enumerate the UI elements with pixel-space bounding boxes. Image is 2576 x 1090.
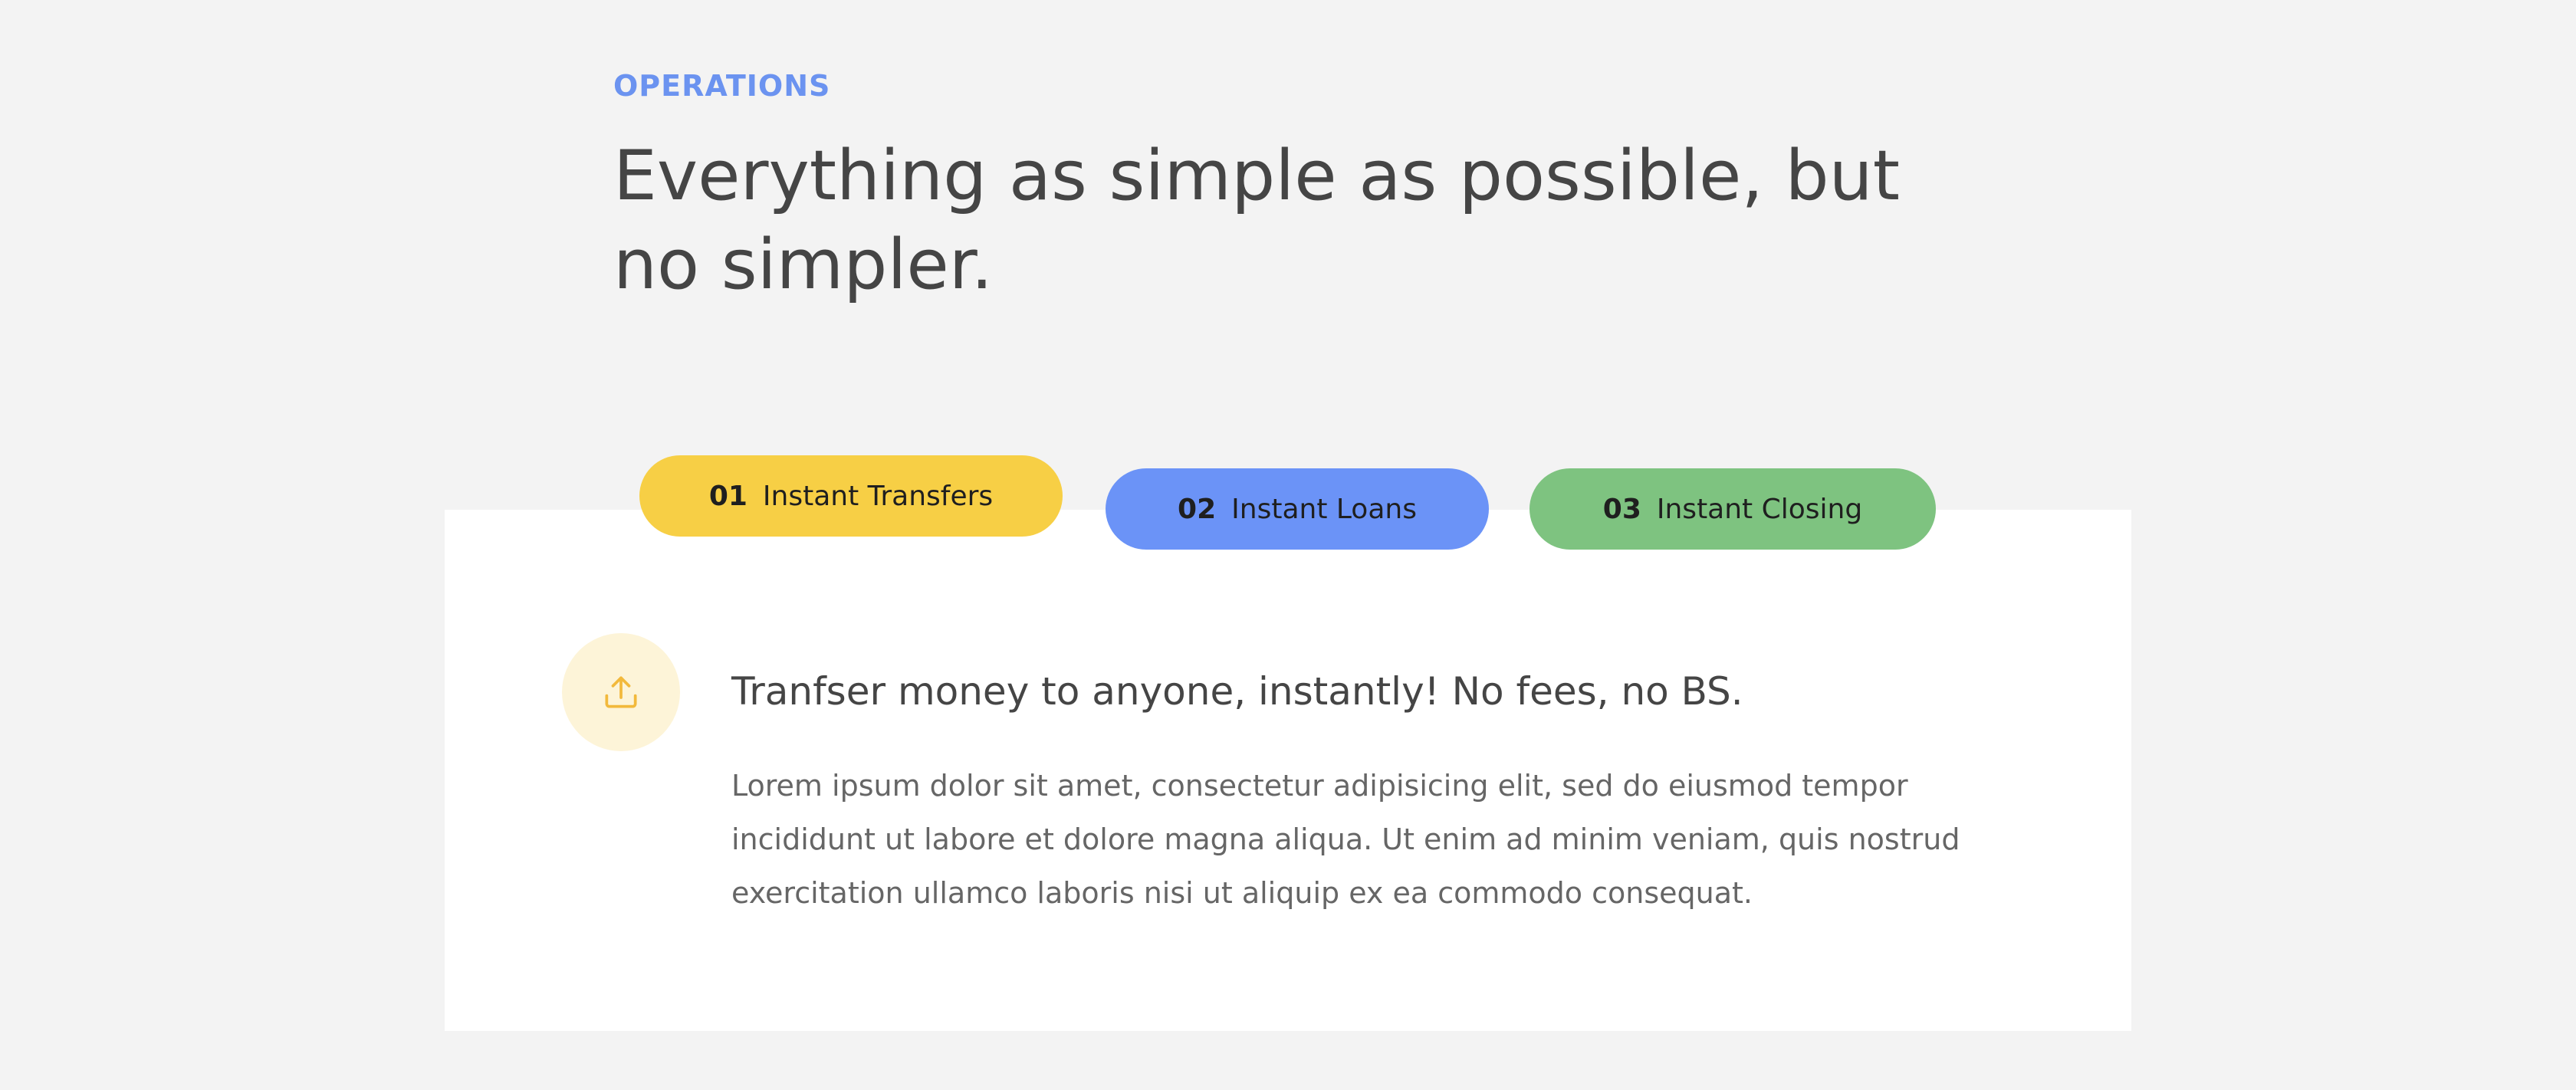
tab-number: 01 — [708, 480, 748, 512]
tab-label: Instant Loans — [1231, 493, 1417, 525]
tab-number: 02 — [1178, 493, 1217, 525]
tab-instant-closing[interactable]: 03 Instant Closing — [1530, 468, 1936, 550]
upload-icon — [605, 676, 637, 708]
feature-icon-badge — [562, 633, 680, 751]
feature-title: Tranfser money to anyone, instantly! No … — [731, 669, 1743, 714]
tab-label: Instant Closing — [1656, 493, 1863, 525]
tab-label: Instant Transfers — [762, 480, 994, 512]
tab-instant-transfers[interactable]: 01 Instant Transfers — [639, 455, 1063, 537]
tab-instant-loans[interactable]: 02 Instant Loans — [1106, 468, 1489, 550]
tab-number: 03 — [1602, 493, 1641, 525]
section-heading: Everything as simple as possible, but no… — [613, 136, 1901, 305]
section-eyebrow: OPERATIONS — [613, 69, 831, 103]
feature-description: Lorem ipsum dolor sit amet, consectetur … — [731, 769, 1960, 910]
operations-section: OPERATIONS Everything as simple as possi… — [0, 0, 2576, 1090]
